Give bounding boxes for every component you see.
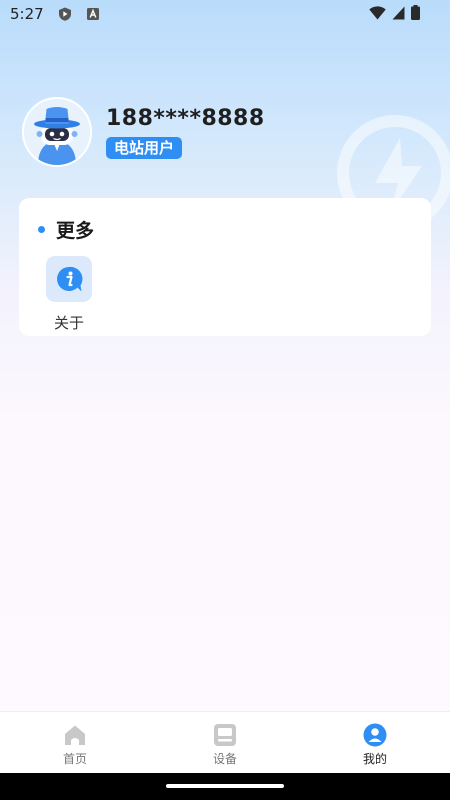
nav-item-mine[interactable]: 我的 bbox=[300, 712, 450, 773]
section-dot bbox=[38, 226, 45, 233]
phone-number: 188****8888 bbox=[106, 106, 265, 131]
bottom-nav: 首页 设备 我的 bbox=[0, 711, 450, 773]
info-icon bbox=[57, 266, 83, 292]
keyboard-a-icon bbox=[86, 8, 99, 20]
nav-item-device[interactable]: 设备 bbox=[150, 712, 300, 773]
nav-item-home[interactable]: 首页 bbox=[0, 712, 150, 773]
device-icon bbox=[214, 724, 236, 746]
user-icon bbox=[363, 723, 387, 747]
wifi-icon bbox=[369, 5, 386, 19]
gesture-bar bbox=[0, 773, 450, 800]
nav-label-device: 设备 bbox=[212, 752, 237, 766]
about-label: 关于 bbox=[53, 314, 84, 332]
battery-icon bbox=[411, 5, 420, 20]
profile-header[interactable]: 188****8888 电站用户 bbox=[22, 97, 265, 167]
play-protect-icon bbox=[58, 7, 71, 21]
profile-info: 188****8888 电站用户 bbox=[106, 105, 265, 159]
section-title: 更多 bbox=[56, 220, 95, 242]
avatar[interactable] bbox=[22, 97, 92, 167]
nav-label-mine: 我的 bbox=[362, 752, 387, 766]
status-bar: 5:27 bbox=[0, 0, 450, 28]
home-icon bbox=[65, 725, 85, 745]
more-header: 更多 bbox=[38, 216, 94, 243]
home-gesture-handle[interactable] bbox=[166, 784, 284, 788]
user-role-badge: 电站用户 bbox=[106, 137, 183, 159]
more-card: 更多 关于 bbox=[19, 198, 431, 336]
about-icon-box bbox=[46, 256, 92, 302]
nav-label-home: 首页 bbox=[62, 752, 87, 766]
status-right-group bbox=[369, 5, 420, 20]
signal-icon bbox=[392, 6, 405, 19]
robot-detective-avatar-icon bbox=[24, 99, 90, 165]
status-time: 5:27 bbox=[10, 5, 44, 23]
about-button[interactable]: 关于 bbox=[46, 256, 92, 333]
